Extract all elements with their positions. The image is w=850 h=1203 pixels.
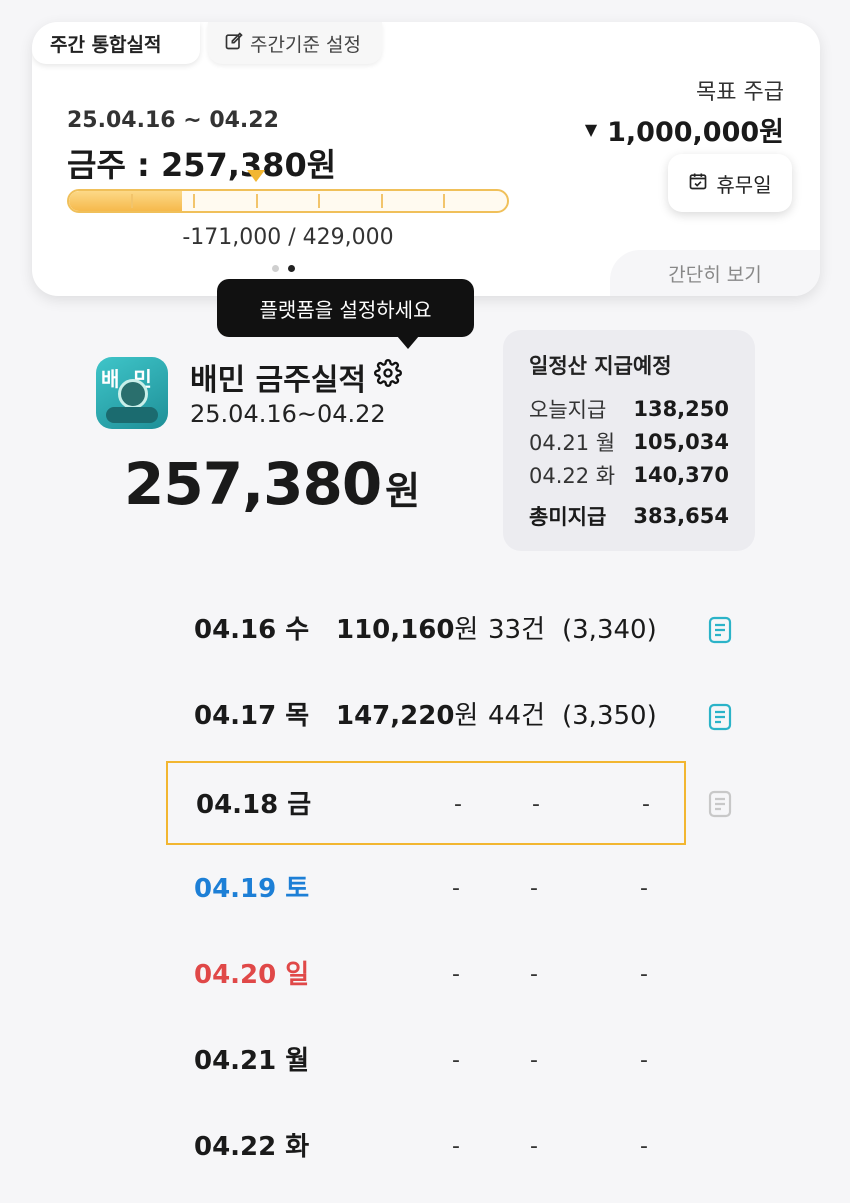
day-amount-value: 110,160 bbox=[336, 615, 455, 645]
payout-row-label: 04.21 월 bbox=[529, 430, 616, 455]
day-amount-empty: - bbox=[452, 1134, 460, 1159]
platform-total-amount: 257,380 bbox=[124, 450, 382, 518]
caret-down-icon: ▼ bbox=[584, 120, 598, 139]
day-amount: 147,220원 bbox=[336, 674, 478, 758]
day-amount-empty: - bbox=[452, 1048, 460, 1073]
goal-label: 목표 주급 bbox=[696, 80, 784, 105]
platform-total: 257,380 원 bbox=[124, 450, 420, 518]
day-row[interactable]: 04.21 월 - - - bbox=[166, 1019, 686, 1103]
day-average-empty: - bbox=[640, 1134, 648, 1159]
edit-icon bbox=[224, 31, 244, 56]
tab-weekly-total-label: 주간 통합실적 bbox=[50, 33, 162, 56]
payout-title: 일정산 지급예정 bbox=[529, 354, 672, 378]
day-average-empty: - bbox=[640, 1048, 648, 1073]
progress-tick bbox=[256, 194, 258, 208]
payout-row-value: 138,250 bbox=[633, 396, 729, 421]
day-date: 04.17 목 bbox=[194, 701, 310, 731]
day-date: 04.20 일 bbox=[194, 960, 310, 990]
day-count-empty: - bbox=[530, 1134, 538, 1159]
day-row[interactable]: 04.16 수 110,160원 33건 (3,340) bbox=[166, 588, 686, 672]
holiday-button-label: 휴무일 bbox=[716, 172, 772, 197]
day-amount-empty: - bbox=[452, 876, 460, 901]
goal-progress-fill bbox=[69, 191, 182, 211]
day-date: 04.22 화 bbox=[194, 1132, 310, 1162]
simple-view-label: 간단히 보기 bbox=[668, 263, 762, 286]
platform-setup-tooltip[interactable]: 플랫폼을 설정하세요 bbox=[217, 279, 474, 349]
platform-total-unit: 원 bbox=[385, 469, 420, 513]
day-amount-unit: 원 bbox=[454, 615, 479, 645]
day-row-selected[interactable]: 04.18 금 - - - bbox=[166, 761, 686, 845]
day-average: (3,340) bbox=[562, 615, 657, 645]
goal-value[interactable]: ▼ 1,000,000원 bbox=[585, 110, 784, 149]
goal-amount: 1,000,000원 bbox=[607, 117, 784, 148]
calendar-check-icon bbox=[688, 171, 708, 196]
platform-range: 25.04.16~04.22 bbox=[190, 400, 386, 428]
day-count: 33건 bbox=[488, 615, 546, 645]
document-icon[interactable] bbox=[708, 703, 732, 731]
payout-total-row: 총미지급 383,654 bbox=[529, 499, 729, 532]
simple-view-button[interactable]: 간단히 보기 bbox=[610, 250, 820, 296]
payout-row: 04.21 월 105,034 bbox=[529, 425, 729, 458]
tab-weekly-setting[interactable]: 주간기준 설정 bbox=[208, 22, 382, 64]
page-dot[interactable] bbox=[272, 265, 279, 272]
day-count: 44건 bbox=[488, 701, 546, 731]
day-amount-value: 147,220 bbox=[336, 701, 455, 731]
platform-title-text: 배민 금주실적 bbox=[190, 363, 367, 398]
payout-total-value: 383,654 bbox=[633, 503, 729, 528]
day-average-empty: - bbox=[642, 792, 650, 817]
day-amount-empty: - bbox=[454, 792, 462, 817]
tab-weekly-total[interactable]: 주간 통합실적 bbox=[32, 22, 200, 64]
tooltip-text: 플랫폼을 설정하세요 bbox=[259, 297, 432, 322]
day-average-empty: - bbox=[640, 962, 648, 987]
day-date: 04.21 월 bbox=[194, 1046, 310, 1076]
progress-tick bbox=[131, 194, 133, 208]
holiday-button[interactable]: 휴무일 bbox=[668, 154, 792, 212]
payout-row: 오늘지급 138,250 bbox=[529, 392, 729, 425]
daily-payout-box: 일정산 지급예정 오늘지급 138,250 04.21 월 105,034 04… bbox=[503, 330, 755, 551]
progress-tick bbox=[193, 194, 195, 208]
tab-weekly-setting-label: 주간기준 설정 bbox=[250, 33, 361, 56]
goal-progress-bar bbox=[67, 189, 509, 213]
progress-marker-icon bbox=[247, 170, 265, 182]
document-icon-inactive[interactable] bbox=[708, 790, 732, 818]
day-amount-empty: - bbox=[452, 962, 460, 987]
scooter-illustration bbox=[106, 407, 158, 423]
page-dot-active[interactable] bbox=[288, 265, 295, 272]
platform-title: 배민 금주실적 bbox=[190, 355, 403, 399]
progress-tick bbox=[381, 194, 383, 208]
payout-total-label: 총미지급 bbox=[529, 504, 607, 529]
gear-icon[interactable] bbox=[374, 359, 403, 395]
day-count-empty: - bbox=[530, 1048, 538, 1073]
day-amount-unit: 원 bbox=[454, 701, 479, 731]
week-range: 25.04.16 ~ 04.22 bbox=[67, 108, 279, 133]
day-average-empty: - bbox=[640, 876, 648, 901]
day-count-empty: - bbox=[532, 792, 540, 817]
day-date: 04.18 금 bbox=[196, 790, 312, 820]
weekly-summary-card: 주간 통합실적 주간기준 설정 25.04.16 ~ 04.22 금주 : 25… bbox=[32, 22, 820, 296]
this-week-earnings: 금주 : 257,380원 bbox=[67, 146, 337, 184]
day-row[interactable]: 04.17 목 147,220원 44건 (3,350) bbox=[166, 674, 686, 758]
day-average: (3,350) bbox=[562, 701, 657, 731]
payout-row-label: 오늘지급 bbox=[529, 397, 607, 422]
document-icon[interactable] bbox=[708, 616, 732, 644]
day-row[interactable]: 04.22 화 - - - bbox=[166, 1105, 686, 1189]
day-date: 04.19 토 bbox=[194, 874, 310, 904]
rider-illustration bbox=[118, 379, 148, 409]
progress-tick bbox=[318, 194, 320, 208]
day-amount: 110,160원 bbox=[336, 588, 478, 672]
day-row[interactable]: 04.19 토 - - - bbox=[166, 847, 686, 931]
payout-row-value: 140,370 bbox=[633, 462, 729, 487]
day-row[interactable]: 04.20 일 - - - bbox=[166, 933, 686, 1017]
day-date: 04.16 수 bbox=[194, 615, 310, 645]
page-indicator bbox=[272, 265, 295, 272]
baemin-app-icon: 배민 bbox=[96, 357, 168, 429]
day-count-empty: - bbox=[530, 876, 538, 901]
progress-tick bbox=[443, 194, 445, 208]
payout-row-value: 105,034 bbox=[633, 429, 729, 454]
payout-row-label: 04.22 화 bbox=[529, 463, 616, 488]
progress-text: -171,000 / 429,000 bbox=[182, 225, 394, 250]
day-count-empty: - bbox=[530, 962, 538, 987]
payout-row: 04.22 화 140,370 bbox=[529, 458, 729, 491]
